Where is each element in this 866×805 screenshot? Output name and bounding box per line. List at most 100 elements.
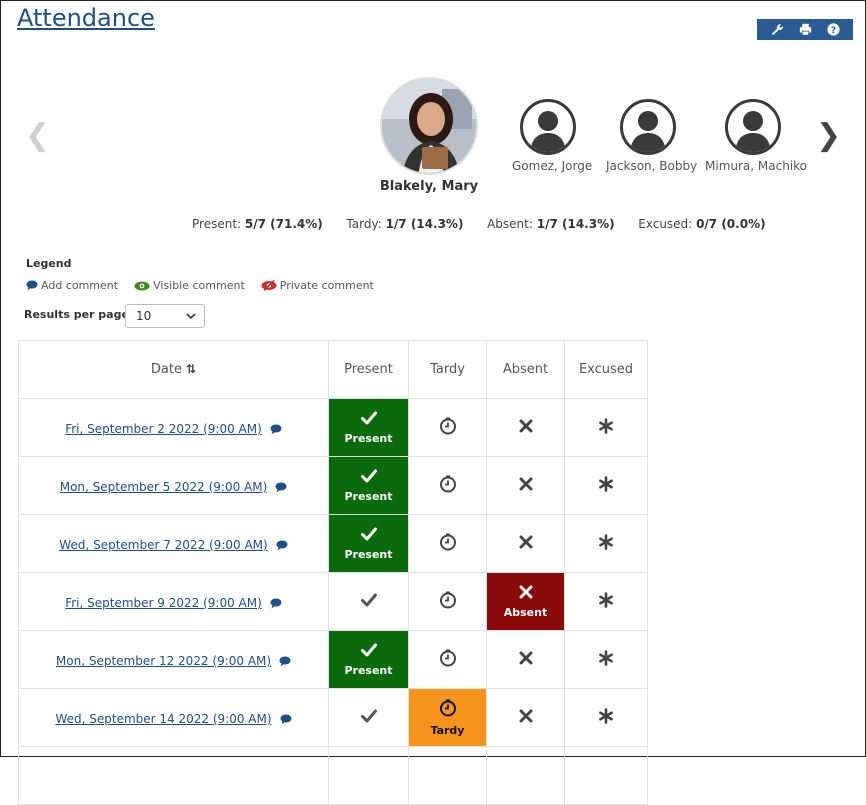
session-date-link[interactable]: Wed, September 7 2022 (9:00 AM) — [59, 538, 288, 552]
session-date-text: Fri, September 9 2022 (9:00 AM) — [65, 596, 262, 610]
clock-icon — [439, 591, 457, 613]
comment-bubble-icon[interactable] — [270, 598, 282, 609]
excused-toggle[interactable] — [564, 630, 648, 689]
tardy-toggle[interactable] — [408, 398, 487, 457]
present-toggle[interactable]: Present — [328, 398, 409, 457]
session-date-link[interactable]: Mon, September 5 2022 (9:00 AM) — [60, 480, 288, 494]
toolbar: ? — [757, 19, 853, 40]
session-date-link[interactable]: Fri, September 9 2022 (9:00 AM) — [65, 596, 282, 610]
present-toggle[interactable] — [328, 572, 409, 631]
print-icon[interactable] — [795, 19, 815, 40]
person-silhouette-icon — [620, 99, 676, 155]
x-icon — [519, 476, 533, 495]
absent-toggle[interactable] — [486, 630, 565, 689]
check-icon — [360, 642, 377, 661]
legend-add-comment: Add comment — [26, 279, 118, 292]
excused-toggle[interactable] — [564, 398, 648, 457]
tardy-stat-value: 1/7 (14.3%) — [385, 217, 464, 231]
excused-toggle[interactable] — [564, 572, 648, 631]
help-icon[interactable]: ? — [823, 19, 843, 40]
comment-bubble-icon[interactable] — [280, 714, 292, 725]
check-icon — [360, 410, 377, 429]
page-title[interactable]: Attendance — [17, 4, 155, 32]
absent-stat-value: 1/7 (14.3%) — [536, 217, 615, 231]
date-cell: Wed, September 7 2022 (9:00 AM) — [18, 514, 329, 573]
legend-title: Legend — [26, 257, 72, 270]
asterisk-icon — [598, 533, 614, 554]
legend-visible-comment-label: Visible comment — [153, 279, 245, 292]
date-cell: Mon, September 5 2022 (9:00 AM) — [18, 456, 329, 515]
tardy-toggle[interactable] — [408, 514, 487, 573]
present-toggle[interactable]: Present — [328, 514, 409, 573]
session-date-link[interactable]: Fri, September 2 2022 (9:00 AM) — [65, 422, 282, 436]
comment-bubble-icon[interactable] — [276, 540, 288, 551]
absent-toggle[interactable] — [486, 398, 565, 457]
present-toggle[interactable] — [328, 688, 409, 747]
student-card-selected[interactable]: Blakely, Mary — [370, 77, 488, 194]
comment-bubble-icon[interactable] — [279, 656, 291, 667]
excused-stat-value: 0/7 (0.0%) — [696, 217, 766, 231]
excused-toggle[interactable] — [564, 514, 648, 573]
present-stat-value: 5/7 (71.4%) — [244, 217, 323, 231]
legend-visible-comment: Visible comment — [134, 279, 245, 292]
absent-toggle[interactable] — [486, 688, 565, 747]
chevron-down-icon — [186, 313, 196, 320]
person-silhouette-icon — [520, 99, 576, 155]
session-date-link[interactable]: Wed, September 14 2022 (9:00 AM) — [55, 712, 292, 726]
tardy-column-header: Tardy — [408, 340, 487, 399]
asterisk-icon — [598, 417, 614, 438]
clock-icon — [439, 649, 457, 671]
table-row: Fri, September 2 2022 (9:00 AM) Present — [18, 398, 648, 457]
next-student-arrow-icon[interactable]: ❯ — [816, 118, 841, 153]
student-name: Mimura, Machiko — [705, 159, 808, 173]
session-date-link[interactable]: Mon, September 12 2022 (9:00 AM) — [56, 654, 291, 668]
previous-student-arrow-icon[interactable]: ❮ — [25, 118, 50, 153]
excused-toggle[interactable] — [564, 456, 648, 515]
tardy-toggle[interactable] — [408, 456, 487, 515]
clock-icon — [439, 533, 457, 555]
comment-bubble-icon[interactable] — [270, 424, 282, 435]
student-card-jackson[interactable]: Jackson, Bobby — [606, 99, 698, 173]
results-per-page-label: Results per page: — [24, 308, 134, 321]
eye-slash-icon — [261, 280, 277, 291]
tardy-toggle[interactable]: Tardy — [408, 688, 487, 747]
wrench-icon[interactable] — [767, 19, 787, 40]
absent-toggle[interactable] — [486, 514, 565, 573]
asterisk-icon — [598, 591, 614, 612]
empty-cell — [18, 746, 329, 805]
clock-icon — [439, 699, 457, 721]
excused-toggle[interactable] — [564, 688, 648, 747]
present-status-label: Present — [344, 548, 393, 561]
check-icon — [360, 468, 377, 487]
comment-bubble-icon[interactable] — [275, 482, 287, 493]
present-toggle[interactable]: Present — [328, 456, 409, 515]
tardy-toggle[interactable] — [408, 572, 487, 631]
student-card-mimura[interactable]: Mimura, Machiko — [705, 99, 808, 173]
date-cell: Mon, September 12 2022 (9:00 AM) — [18, 630, 329, 689]
asterisk-icon — [598, 475, 614, 496]
present-column-header: Present — [328, 340, 409, 399]
date-column-header[interactable]: Date ⇅ — [18, 340, 329, 399]
x-icon — [519, 650, 533, 669]
sort-icon[interactable]: ⇅ — [186, 362, 196, 376]
check-icon — [360, 592, 377, 611]
table-row — [18, 746, 648, 805]
empty-cell — [486, 746, 565, 805]
present-toggle[interactable]: Present — [328, 630, 409, 689]
table-row: Fri, September 9 2022 (9:00 AM) Absent — [18, 572, 648, 631]
x-icon — [519, 708, 533, 727]
student-card-gomez[interactable]: Gomez, Jorge — [512, 99, 592, 173]
results-per-page-select[interactable]: 10 — [125, 304, 205, 328]
tardy-toggle[interactable] — [408, 630, 487, 689]
x-icon — [519, 418, 533, 437]
absent-toggle[interactable] — [486, 456, 565, 515]
check-icon — [360, 526, 377, 545]
present-stat-label: Present: — [192, 217, 242, 231]
student-name: Jackson, Bobby — [606, 159, 698, 173]
tardy-status-label: Tardy — [430, 723, 465, 737]
student-photo — [380, 77, 478, 175]
empty-cell — [328, 746, 409, 805]
legend-private-comment-label: Private comment — [279, 279, 374, 292]
excused-stat-label: Excused: — [638, 217, 693, 231]
absent-toggle[interactable]: Absent — [486, 572, 565, 631]
